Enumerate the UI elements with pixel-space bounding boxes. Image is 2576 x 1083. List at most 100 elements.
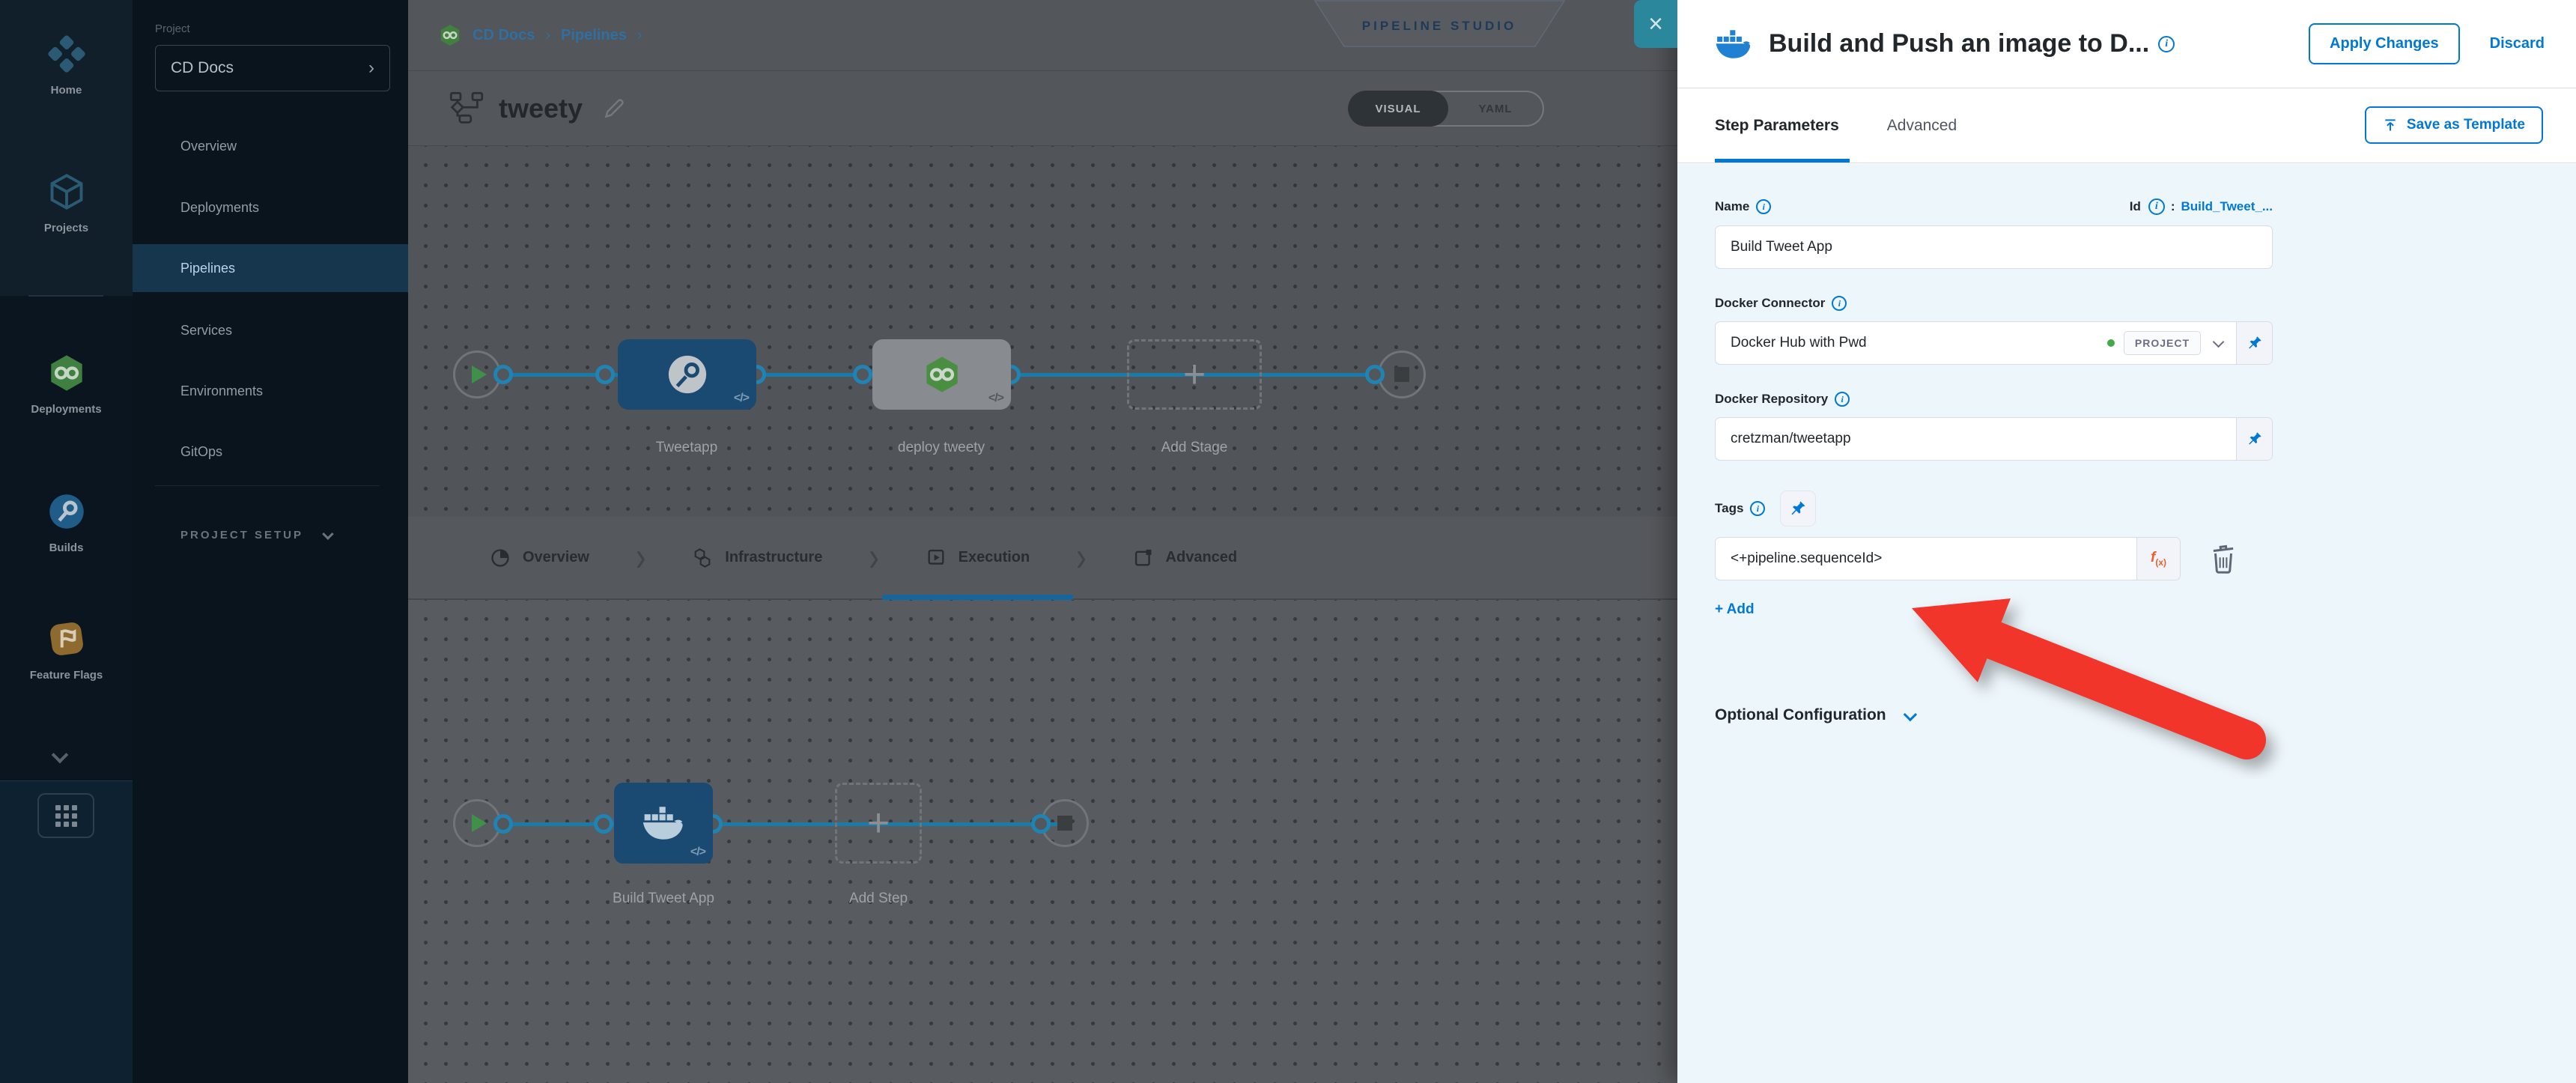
close-icon: × bbox=[1648, 10, 1663, 39]
execution-canvas[interactable]: </> + Build Tweet App Add Step bbox=[408, 600, 1677, 1083]
deploy-stage-icon bbox=[922, 354, 962, 395]
edit-pencil-icon[interactable] bbox=[602, 97, 626, 121]
connector-pin-button[interactable] bbox=[2236, 322, 2272, 364]
breadcrumb-pipelines[interactable]: Pipelines bbox=[561, 27, 627, 44]
connector-status-dot bbox=[2107, 339, 2115, 347]
info-icon[interactable]: i bbox=[2158, 36, 2175, 52]
project-setup-label: PROJECT SETUP bbox=[180, 529, 303, 542]
main-content: CD Docs › Pipelines › PIPELINE STUDIO tw… bbox=[408, 0, 1677, 1083]
deployments-icon bbox=[46, 352, 88, 394]
step-title: Build and Push an image to D... bbox=[1769, 29, 2149, 58]
save-as-template-label: Save as Template bbox=[2407, 117, 2525, 133]
delete-tag-icon[interactable] bbox=[2208, 543, 2239, 574]
tab-execution[interactable]: Execution bbox=[915, 517, 1041, 598]
overview-tab-icon bbox=[490, 547, 511, 568]
sidebar-item-feature-flags[interactable]: Feature Flags bbox=[0, 618, 133, 682]
chevron-down-icon bbox=[322, 528, 334, 540]
chevron-down-icon[interactable] bbox=[2213, 336, 2225, 348]
nav-item-label: Overview bbox=[180, 139, 237, 154]
nav-item-label: Environments bbox=[180, 383, 263, 399]
step-id: Id i : Build_Tweet_... bbox=[2130, 198, 2273, 215]
harness-pipeline-studio: Home Projects Deployments Buil bbox=[0, 0, 2576, 1083]
sidebar-item-gitops[interactable]: GitOps bbox=[133, 430, 408, 473]
info-icon[interactable]: i bbox=[2148, 198, 2165, 215]
breadcrumb[interactable]: CD Docs › Pipelines › bbox=[438, 23, 643, 47]
project-setup-toggle[interactable]: PROJECT SETUP bbox=[180, 529, 331, 542]
step-card-build-tweet-app[interactable]: </> bbox=[614, 783, 713, 864]
optional-configuration-toggle[interactable]: Optional Configuration bbox=[1715, 706, 2576, 724]
breadcrumb-bar: CD Docs › Pipelines › PIPELINE STUDIO bbox=[408, 0, 1677, 71]
toggle-yaml[interactable]: YAML bbox=[1448, 92, 1543, 125]
breadcrumb-separator: › bbox=[545, 27, 550, 44]
sidebar-item-services[interactable]: Services bbox=[133, 309, 408, 352]
info-icon[interactable]: i bbox=[1835, 392, 1850, 407]
plus-icon: + bbox=[1183, 355, 1206, 394]
code-icon: </> bbox=[734, 392, 749, 405]
link-port bbox=[594, 814, 613, 834]
docker-repository-label-row: Docker Repositoryi bbox=[1715, 392, 2273, 407]
sidebar-item-label: Feature Flags bbox=[30, 669, 103, 682]
add-tag-link[interactable]: + Add bbox=[1715, 601, 1755, 618]
sidebar-item-overview[interactable]: Overview bbox=[133, 124, 408, 168]
repository-pin-button[interactable] bbox=[2236, 418, 2272, 460]
discard-button[interactable]: Discard bbox=[2490, 35, 2545, 52]
add-step-button[interactable]: + bbox=[835, 783, 922, 864]
sidebar-item-home[interactable]: Home bbox=[0, 33, 133, 97]
info-icon[interactable]: i bbox=[1750, 501, 1765, 516]
builds-icon bbox=[46, 491, 88, 533]
project-nav: Project CD Docs › Overview Deployments P… bbox=[133, 0, 408, 1083]
rail-divider bbox=[28, 295, 103, 297]
project-selector[interactable]: CD Docs › bbox=[155, 45, 390, 91]
tab-advanced-drawer[interactable]: Advanced bbox=[1887, 88, 1957, 163]
add-step-label: Add Step bbox=[789, 891, 968, 907]
stage-card-tweetapp[interactable]: </> bbox=[618, 339, 756, 410]
save-as-template-button[interactable]: Save as Template bbox=[2365, 106, 2543, 144]
sidebar-item-environments[interactable]: Environments bbox=[133, 369, 408, 413]
pipeline-end-node bbox=[1378, 351, 1426, 398]
stage-canvas[interactable]: </> </> + Tweetapp deploy tweety Add Sta… bbox=[408, 146, 1677, 516]
docker-repository-input[interactable]: cretzman/tweetapp bbox=[1715, 417, 2273, 461]
sidebar-item-projects[interactable]: Projects bbox=[0, 171, 133, 234]
docker-connector-label-row: Docker Connectori bbox=[1715, 296, 2273, 311]
tab-overview[interactable]: Overview bbox=[479, 517, 600, 598]
tab-label: Advanced bbox=[1166, 549, 1238, 566]
sidebar-item-builds[interactable]: Builds bbox=[0, 491, 133, 554]
visual-yaml-toggle[interactable]: VISUAL YAML bbox=[1348, 91, 1544, 127]
infrastructure-tab-icon bbox=[692, 547, 713, 568]
info-icon[interactable]: i bbox=[1832, 296, 1847, 311]
sidebar-item-label: Deployments bbox=[31, 403, 101, 416]
chevron-right-icon: › bbox=[869, 534, 878, 581]
tab-advanced[interactable]: Advanced bbox=[1123, 517, 1248, 598]
tab-infrastructure[interactable]: Infrastructure bbox=[681, 517, 833, 598]
name-input[interactable] bbox=[1715, 225, 2273, 269]
sidebar-item-deployments[interactable]: Deployments bbox=[0, 352, 133, 416]
docker-connector-select[interactable]: Docker Hub with Pwd PROJECT bbox=[1715, 321, 2273, 365]
breadcrumb-project[interactable]: CD Docs bbox=[473, 27, 535, 44]
nav-item-label: Services bbox=[180, 323, 232, 339]
pipeline-title-bar: tweety VISUAL YAML bbox=[408, 71, 1677, 146]
rail-bottom-section bbox=[0, 780, 133, 1083]
tags-pin-button[interactable] bbox=[1780, 491, 1816, 527]
tab-label: Infrastructure bbox=[725, 549, 822, 566]
project-section-label: Project bbox=[155, 22, 190, 35]
sidebar-item-label: Home bbox=[51, 84, 82, 97]
stage-card-deploy-tweety[interactable]: </> bbox=[872, 339, 1011, 410]
id-value-link[interactable]: Build_Tweet_... bbox=[2181, 199, 2273, 214]
add-stage-button[interactable]: + bbox=[1127, 339, 1262, 410]
sidebar-item-deployments-proj[interactable]: Deployments bbox=[133, 186, 408, 229]
info-icon[interactable]: i bbox=[1756, 199, 1771, 214]
sidebar-item-pipelines[interactable]: Pipelines bbox=[133, 244, 408, 292]
module-grid-button[interactable] bbox=[37, 793, 94, 838]
fx-expression-button[interactable]: f(x) bbox=[2136, 538, 2180, 580]
breadcrumb-separator: › bbox=[637, 27, 643, 44]
apply-changes-button[interactable]: Apply Changes bbox=[2309, 23, 2460, 64]
tag-input[interactable]: <+pipeline.sequenceId> f(x) bbox=[1715, 537, 2181, 580]
toggle-visual[interactable]: VISUAL bbox=[1348, 91, 1448, 127]
pipeline-icon bbox=[449, 91, 484, 126]
code-icon: </> bbox=[690, 846, 705, 859]
drawer-header: Build and Push an image to D... i Apply … bbox=[1677, 0, 2576, 88]
rail-more-chevron-icon[interactable] bbox=[52, 747, 69, 764]
tab-step-parameters[interactable]: Step Parameters bbox=[1715, 88, 1839, 163]
add-stage-label: Add Stage bbox=[1105, 440, 1284, 456]
close-drawer-button[interactable]: × bbox=[1634, 0, 1677, 48]
